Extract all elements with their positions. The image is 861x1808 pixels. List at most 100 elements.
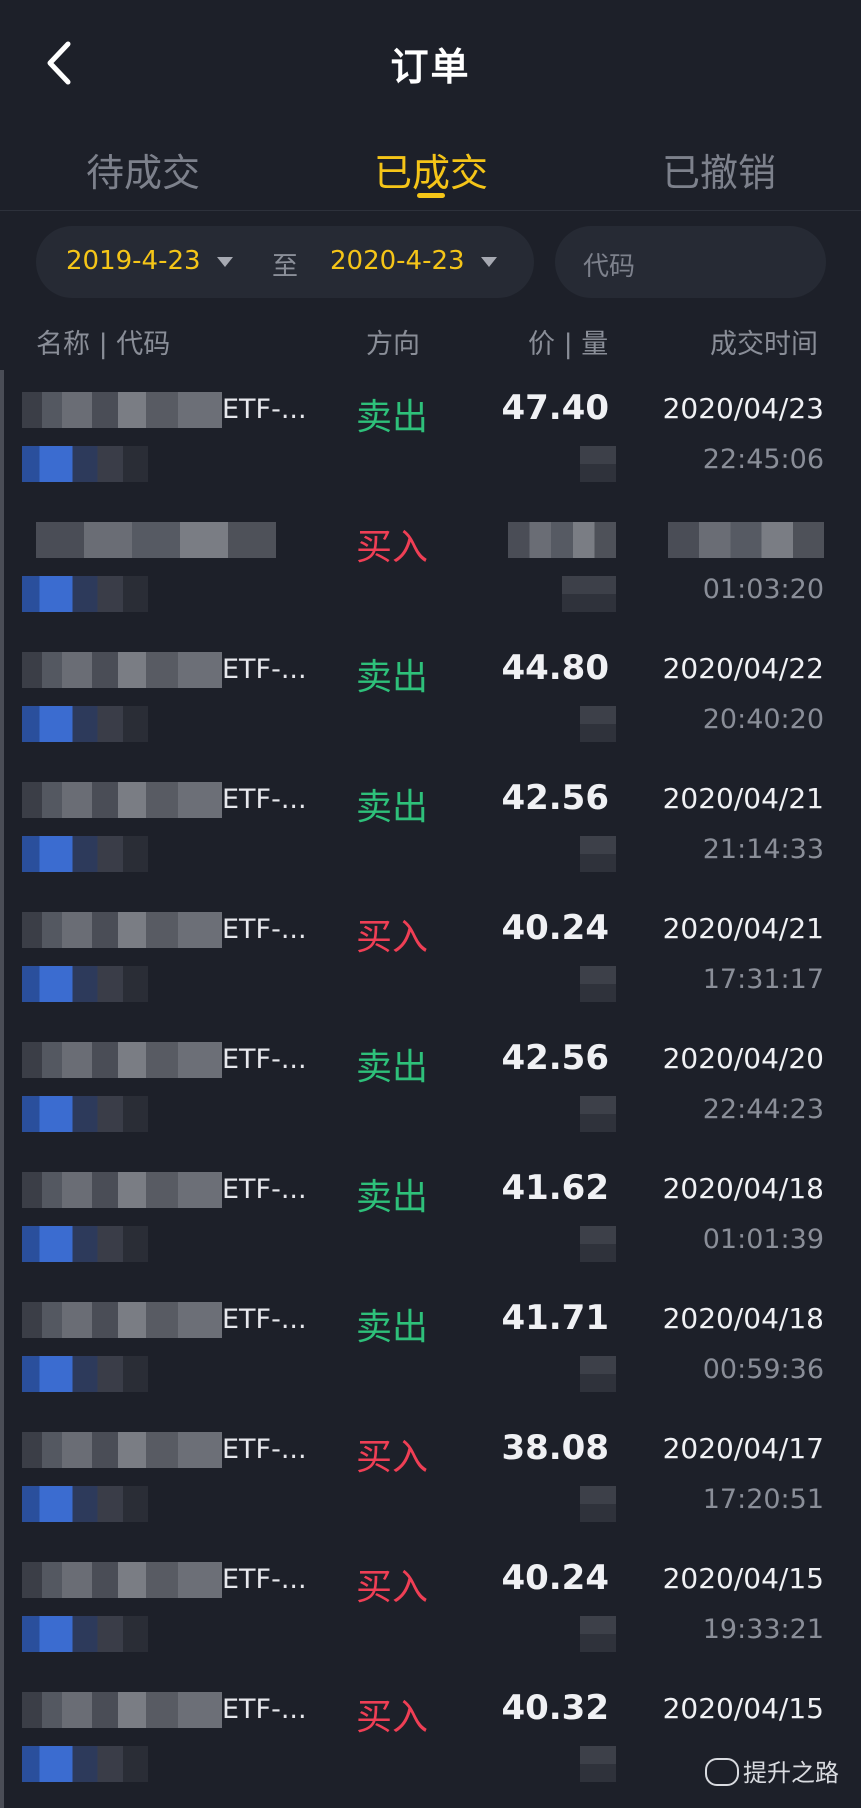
order-name-suffix: ETF-... <box>222 654 307 685</box>
blurred-code <box>22 1096 148 1132</box>
order-date: 2020/04/17 <box>662 1432 824 1465</box>
blurred-quantity <box>580 1616 616 1652</box>
column-header-time: 成交时间 <box>710 329 818 360</box>
end-date[interactable]: 2020-4-23 <box>330 246 465 276</box>
order-date: 2020/04/15 <box>662 1692 824 1725</box>
blurred-name <box>22 1172 222 1208</box>
order-date: 2020/04/15 <box>662 1562 824 1595</box>
blurred-name <box>22 1302 222 1338</box>
blurred-quantity <box>580 1096 616 1132</box>
order-date: 2020/04/21 <box>662 912 824 945</box>
start-date[interactable]: 2019-4-23 <box>66 246 201 276</box>
blurred-quantity <box>580 966 616 1002</box>
code-placeholder: 代码 <box>583 252 636 282</box>
order-time: 17:31:17 <box>702 964 824 995</box>
order-row[interactable]: ETF-... 卖出 41.62 2020/04/18 01:01:39 <box>0 1150 861 1280</box>
active-tab-indicator <box>417 193 445 198</box>
blurred-quantity <box>580 836 616 872</box>
order-price: 41.62 <box>501 1168 609 1208</box>
order-time: 17:20:51 <box>702 1484 824 1515</box>
order-time: 21:14:33 <box>702 834 824 865</box>
order-price: 38.08 <box>501 1428 609 1468</box>
order-row[interactable]: 买入 01:03:20 <box>0 500 861 630</box>
filter-row: 2019-4-23 至 2020-4-23 代码 <box>36 226 826 298</box>
order-direction: 买入 <box>356 527 429 568</box>
order-direction: 卖出 <box>356 1177 429 1218</box>
order-time: 00:59:36 <box>702 1354 824 1385</box>
order-price: 44.80 <box>501 648 609 688</box>
column-header-price-qty: 价 | 量 <box>528 329 609 360</box>
order-row[interactable]: ETF-... 卖出 44.80 2020/04/22 20:40:20 <box>0 630 861 760</box>
blurred-code <box>22 1486 148 1522</box>
date-separator: 至 <box>272 252 299 282</box>
order-date: 2020/04/21 <box>662 782 824 815</box>
watermark-text: 提升之路 <box>743 1759 839 1787</box>
order-row[interactable]: ETF-... 买入 38.08 2020/04/17 17:20:51 <box>0 1410 861 1540</box>
order-price: 40.32 <box>501 1688 609 1728</box>
order-direction: 买入 <box>356 1437 429 1478</box>
tab-filled[interactable]: 已成交 <box>374 142 488 197</box>
start-date-dropdown-icon[interactable] <box>217 257 233 267</box>
column-header-direction: 方向 <box>366 329 420 360</box>
order-name-suffix: ETF-... <box>222 1304 307 1335</box>
order-date: 2020/04/18 <box>662 1302 824 1335</box>
order-direction: 卖出 <box>356 1047 429 1088</box>
blurred-quantity <box>580 1486 616 1522</box>
order-direction: 买入 <box>356 917 429 958</box>
blurred-code <box>22 446 148 482</box>
blurred-code <box>22 1746 148 1782</box>
order-time: 22:44:23 <box>702 1094 824 1125</box>
blurred-code <box>22 706 148 742</box>
blurred-quantity <box>580 446 616 482</box>
order-row[interactable]: ETF-... 买入 40.24 2020/04/15 19:33:21 <box>0 1540 861 1670</box>
blurred-code <box>22 836 148 872</box>
blurred-quantity <box>580 1356 616 1392</box>
blurred-quantity <box>580 1746 616 1782</box>
order-time: 22:45:06 <box>702 444 824 475</box>
column-header-name-code: 名称 | 代码 <box>36 329 171 360</box>
order-price: 42.56 <box>501 778 609 818</box>
order-time: 01:03:20 <box>702 574 824 605</box>
order-row[interactable]: ETF-... 卖出 47.40 2020/04/23 22:45:06 <box>0 370 861 500</box>
blurred-name <box>36 522 276 558</box>
order-name-suffix: ETF-... <box>222 1434 307 1465</box>
blurred-code <box>22 1616 148 1652</box>
blurred-code <box>22 1226 148 1262</box>
order-name-suffix: ETF-... <box>222 1694 307 1725</box>
order-date: 2020/04/18 <box>662 1172 824 1205</box>
blurred-code <box>22 576 148 612</box>
blurred-name <box>22 652 222 688</box>
blurred-name <box>22 782 222 818</box>
tab-pending[interactable]: 待成交 <box>86 142 200 197</box>
order-name-suffix: ETF-... <box>222 1174 307 1205</box>
end-date-dropdown-icon[interactable] <box>481 257 497 267</box>
order-price: 42.56 <box>501 1038 609 1078</box>
order-direction: 买入 <box>356 1567 429 1608</box>
order-direction: 卖出 <box>356 657 429 698</box>
order-row[interactable]: ETF-... 买入 40.24 2020/04/21 17:31:17 <box>0 890 861 1020</box>
code-search-input[interactable]: 代码 <box>555 226 826 298</box>
blurred-quantity <box>580 706 616 742</box>
blurred-quantity <box>562 576 616 612</box>
order-date: 2020/04/20 <box>662 1042 824 1075</box>
blurred-name <box>22 1562 222 1598</box>
order-price: 47.40 <box>501 388 609 428</box>
blurred-code <box>22 966 148 1002</box>
blurred-code <box>22 1356 148 1392</box>
order-name-suffix: ETF-... <box>222 1044 307 1075</box>
blurred-name <box>22 1042 222 1078</box>
order-date: 2020/04/23 <box>662 392 824 425</box>
order-row[interactable]: ETF-... 卖出 42.56 2020/04/21 21:14:33 <box>0 760 861 890</box>
order-row[interactable]: ETF-... 卖出 41.71 2020/04/18 00:59:36 <box>0 1280 861 1410</box>
order-time: 19:33:21 <box>702 1614 824 1645</box>
order-price: 41.71 <box>501 1298 609 1338</box>
order-date: 2020/04/22 <box>662 652 824 685</box>
top-bar: 订单 <box>0 0 861 128</box>
blurred-name <box>22 1692 222 1728</box>
blurred-name <box>22 912 222 948</box>
tab-cancelled[interactable]: 已撤销 <box>662 142 776 197</box>
order-direction: 买入 <box>356 1697 429 1738</box>
order-row[interactable]: ETF-... 卖出 42.56 2020/04/20 22:44:23 <box>0 1020 861 1150</box>
blurred-price <box>508 522 616 558</box>
order-price: 40.24 <box>501 908 609 948</box>
